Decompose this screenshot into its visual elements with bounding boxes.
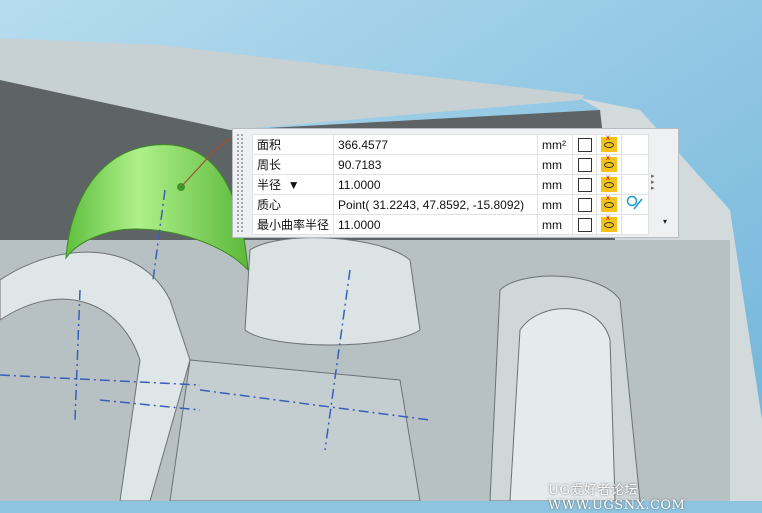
measure-results-panel: 面积 366.4577 mm² 周长 90.7183 mm 半径 ▼ 11.00… — [232, 128, 679, 238]
table-row: 质心 Point( 31.2243, 47.8592, -15.8092) mm — [251, 193, 650, 215]
row-label: 半径 ▼ — [251, 174, 335, 195]
export-icon[interactable] — [577, 197, 592, 212]
export-icon[interactable] — [577, 217, 592, 232]
row-unit: mm — [537, 214, 574, 235]
row-label: 最小曲率半径 — [251, 214, 335, 235]
row-value: Point( 31.2243, 47.8592, -15.8092) — [333, 194, 539, 215]
show-hide-icon[interactable] — [601, 213, 618, 233]
row-label: 质心 — [251, 194, 335, 215]
table-row: 周长 90.7183 mm — [251, 153, 650, 175]
row-label: 周长 — [251, 154, 335, 175]
row-value: 11.0000 — [333, 214, 539, 235]
create-point-icon[interactable] — [626, 195, 644, 211]
row-unit: mm² — [537, 134, 574, 155]
panel-menu-dropdown[interactable]: ▾ — [663, 217, 667, 226]
row-label: 面积 — [251, 134, 335, 155]
row-unit: mm — [537, 174, 574, 195]
row-unit: mm — [537, 194, 574, 215]
results-table: 面积 366.4577 mm² 周长 90.7183 mm 半径 ▼ 11.00… — [251, 133, 650, 235]
row-value: 11.0000 — [333, 174, 539, 195]
table-row: 半径 ▼ 11.0000 mm — [251, 173, 650, 195]
export-icon[interactable] — [577, 177, 592, 192]
row-unit: mm — [537, 154, 574, 175]
export-icon[interactable] — [577, 137, 592, 152]
ledge — [169, 359, 421, 501]
export-icon[interactable] — [577, 157, 592, 172]
cad-viewport[interactable] — [0, 0, 762, 501]
boss — [244, 237, 421, 346]
show-hide-icon[interactable] — [601, 193, 618, 213]
show-hide-icon[interactable] — [601, 173, 618, 193]
watermark: UG爱好者论坛 WWW.UGSNX.COM — [548, 483, 686, 513]
row-label-text: 半径 — [257, 178, 282, 192]
expand-arrows[interactable]: ▸▸▸ — [651, 173, 657, 192]
drag-handle[interactable] — [236, 133, 244, 233]
table-row: 最小曲率半径 11.0000 mm — [251, 213, 650, 235]
pocket-inner — [509, 308, 616, 501]
row-value: 366.4577 — [333, 134, 539, 155]
radius-dropdown[interactable]: ▼ — [288, 178, 300, 192]
show-hide-icon[interactable] — [601, 133, 618, 153]
show-hide-icon[interactable] — [601, 153, 618, 173]
table-row: 面积 366.4577 mm² — [251, 133, 650, 155]
row-value: 90.7183 — [333, 154, 539, 175]
